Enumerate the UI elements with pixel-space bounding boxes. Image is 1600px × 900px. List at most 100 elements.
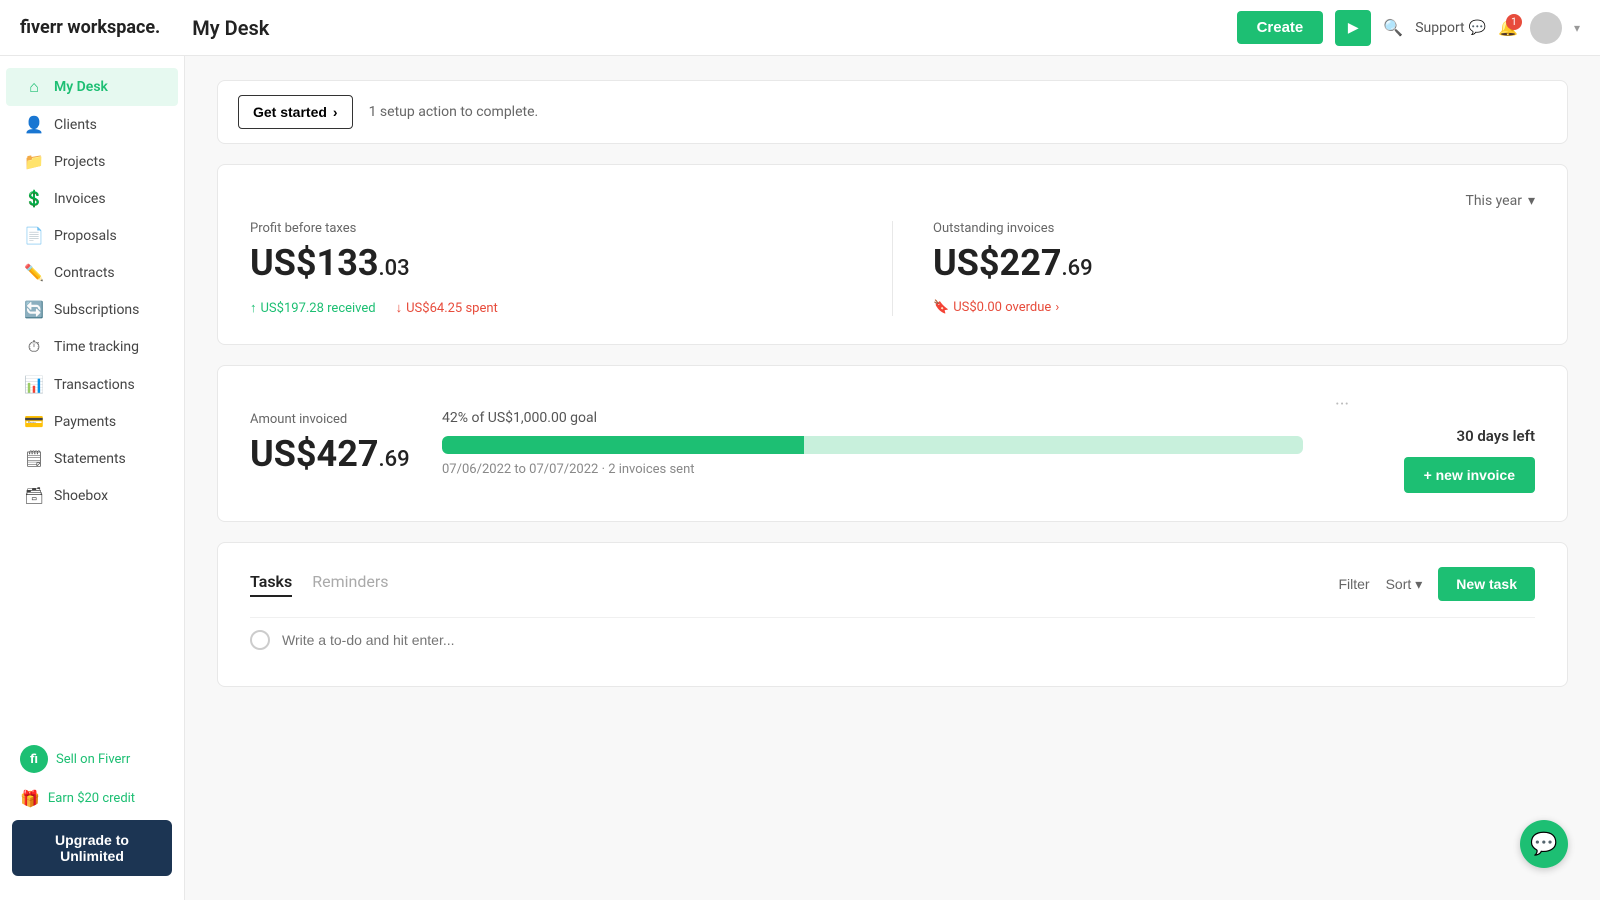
sidebar-item-time-tracking[interactable]: ⏱ Time tracking xyxy=(6,328,178,366)
get-started-bar: Get started › 1 setup action to complete… xyxy=(217,80,1568,144)
earn-label: Earn $20 credit xyxy=(48,791,135,806)
overdue-icon: 🔖 xyxy=(933,300,949,315)
fiverr-icon: fi xyxy=(20,745,48,773)
profit-value: US$133.03 xyxy=(250,242,852,284)
down-arrow-icon: ↓ xyxy=(396,300,403,316)
overdue-label: US$0.00 overdue xyxy=(953,300,1051,315)
tasks-header: Tasks Reminders Filter Sort ▾ New task xyxy=(250,567,1535,601)
sidebar-item-label: Clients xyxy=(54,117,97,133)
days-left: 30 days left xyxy=(1457,427,1536,445)
task-input[interactable] xyxy=(282,632,1535,648)
year-filter[interactable]: This year ▾ xyxy=(1465,193,1535,209)
home-icon: ⌂ xyxy=(24,77,44,97)
invoices-icon: 💲 xyxy=(24,189,44,208)
chevron-down-icon: ▾ xyxy=(1528,193,1535,209)
statements-icon: 🗒 xyxy=(24,449,44,468)
sidebar-item-my-desk[interactable]: ⌂ My Desk xyxy=(6,68,178,106)
chat-fab-button[interactable]: 💬 xyxy=(1520,820,1568,868)
chat-icon: 💬 xyxy=(1469,20,1486,36)
tab-tasks[interactable]: Tasks xyxy=(250,572,292,597)
sort-button[interactable]: Sort ▾ xyxy=(1386,576,1423,593)
subscriptions-icon: 🔄 xyxy=(24,300,44,319)
earn-credit-link[interactable]: 🎁 Earn $20 credit xyxy=(12,785,172,812)
sort-label: Sort xyxy=(1386,576,1412,592)
profit-sub: ↑ US$197.28 received ↓ US$64.25 spent xyxy=(250,300,852,316)
tasks-card: Tasks Reminders Filter Sort ▾ New task xyxy=(217,542,1568,687)
sidebar-item-payments[interactable]: 💳 Payments xyxy=(6,403,178,440)
stats-divider xyxy=(892,221,893,316)
play-button[interactable]: ▶ xyxy=(1335,10,1371,46)
year-filter-label: This year xyxy=(1465,193,1522,209)
sidebar-item-invoices[interactable]: 💲 Invoices xyxy=(6,180,178,217)
goal-pct-text: 42% of US$1,000.00 goal xyxy=(442,410,1303,426)
goal-main: US$427 xyxy=(250,433,379,475)
logo: fiverr workspace. xyxy=(20,17,160,38)
upgrade-button[interactable]: Upgrade to Unlimited xyxy=(12,820,172,876)
task-input-row xyxy=(250,617,1535,662)
goal-value: US$427.69 xyxy=(250,433,410,475)
spent-stat: ↓ US$64.25 spent xyxy=(396,300,498,316)
tasks-actions: Filter Sort ▾ New task xyxy=(1338,567,1535,601)
tab-reminders[interactable]: Reminders xyxy=(312,572,388,597)
sidebar-bottom: fi Sell on Fiverr 🎁 Earn $20 credit Upgr… xyxy=(0,729,184,888)
task-circle[interactable] xyxy=(250,630,270,650)
new-task-button[interactable]: New task xyxy=(1438,567,1535,601)
progress-bar-fill xyxy=(442,436,804,454)
search-icon[interactable]: 🔍 xyxy=(1383,18,1403,37)
sidebar-item-transactions[interactable]: 📊 Transactions xyxy=(6,366,178,403)
avatar[interactable] xyxy=(1530,12,1562,44)
avatar-chevron-icon[interactable]: ▾ xyxy=(1574,21,1580,35)
goal-right: ··· 30 days left + new invoice xyxy=(1335,394,1535,493)
shoebox-icon: 🗃 xyxy=(24,486,44,505)
payments-icon: 💳 xyxy=(24,412,44,431)
page-title: My Desk xyxy=(192,16,1236,40)
clients-icon: 👤 xyxy=(24,115,44,134)
sidebar-item-contracts[interactable]: ✏️ Contracts xyxy=(6,254,178,291)
top-bar: fiverr workspace. My Desk Create ▶ 🔍 Sup… xyxy=(0,0,1600,56)
overdue-stat[interactable]: 🔖 US$0.00 overdue › xyxy=(933,300,1059,315)
sidebar-item-clients[interactable]: 👤 Clients xyxy=(6,106,178,143)
sidebar-item-label: My Desk xyxy=(54,79,108,95)
support-label: Support xyxy=(1415,20,1464,36)
spent-label: US$64.25 spent xyxy=(406,301,498,316)
more-options-icon[interactable]: ··· xyxy=(1335,394,1349,415)
sidebar-item-label: Subscriptions xyxy=(54,302,139,318)
outstanding-label: Outstanding invoices xyxy=(933,221,1535,236)
sidebar-item-label: Projects xyxy=(54,154,105,170)
sidebar-item-proposals[interactable]: 📄 Proposals xyxy=(6,217,178,254)
sidebar-item-projects[interactable]: 📁 Projects xyxy=(6,143,178,180)
sort-chevron-icon: ▾ xyxy=(1415,576,1422,593)
main-content: Get started › 1 setup action to complete… xyxy=(185,56,1600,900)
proposals-icon: 📄 xyxy=(24,226,44,245)
sell-on-fiverr-link[interactable]: fi Sell on Fiverr xyxy=(12,741,172,777)
sidebar-item-label: Proposals xyxy=(54,228,117,244)
sidebar-item-shoebox[interactable]: 🗃 Shoebox xyxy=(6,477,178,514)
goal-left: Amount invoiced US$427.69 xyxy=(250,412,410,475)
support-link[interactable]: Support 💬 xyxy=(1415,20,1486,36)
outstanding-cents: .69 xyxy=(1062,256,1093,281)
arrow-icon: › xyxy=(333,104,338,120)
new-invoice-button[interactable]: + new invoice xyxy=(1404,457,1535,493)
sidebar-item-subscriptions[interactable]: 🔄 Subscriptions xyxy=(6,291,178,328)
create-button[interactable]: Create xyxy=(1237,11,1324,44)
notification-icon[interactable]: 🔔 1 xyxy=(1498,18,1518,37)
filter-button[interactable]: Filter xyxy=(1338,576,1369,592)
sidebar-item-label: Transactions xyxy=(54,377,135,393)
overdue-arrow-icon: › xyxy=(1055,300,1059,315)
sidebar-item-label: Contracts xyxy=(54,265,115,281)
received-stat: ↑ US$197.28 received xyxy=(250,300,376,316)
sidebar-item-label: Statements xyxy=(54,451,126,467)
sidebar-item-statements[interactable]: 🗒 Statements xyxy=(6,440,178,477)
get-started-button[interactable]: Get started › xyxy=(238,95,353,129)
sidebar-item-label: Invoices xyxy=(54,191,106,207)
stats-card: This year ▾ Profit before taxes US$133.0… xyxy=(217,164,1568,345)
outstanding-main: US$227 xyxy=(933,242,1062,284)
profit-label: Profit before taxes xyxy=(250,221,852,236)
received-label: US$197.28 received xyxy=(261,301,376,316)
notification-badge: 1 xyxy=(1506,14,1522,30)
tasks-tabs: Tasks Reminders xyxy=(250,572,1338,597)
sidebar-item-label: Shoebox xyxy=(54,488,108,504)
get-started-label: Get started xyxy=(253,104,327,120)
profit-section: Profit before taxes US$133.03 ↑ US$197.2… xyxy=(250,221,852,316)
goal-card: Amount invoiced US$427.69 42% of US$1,00… xyxy=(217,365,1568,522)
